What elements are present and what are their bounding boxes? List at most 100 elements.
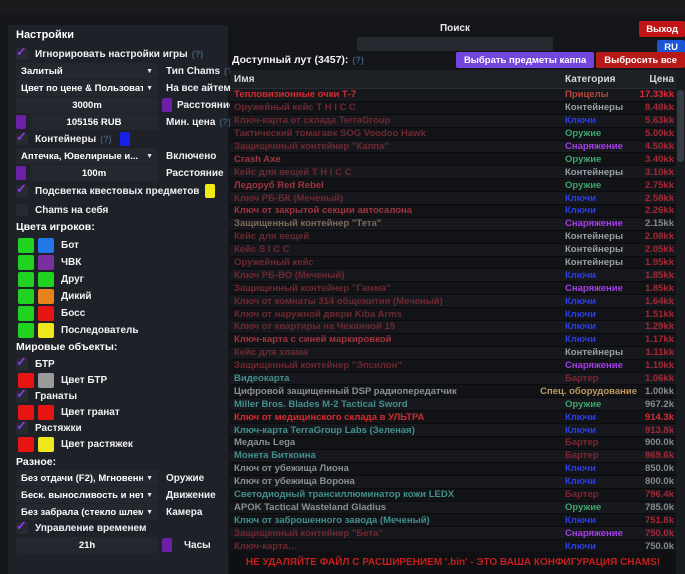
table-row[interactable]: ВидеокартаБартер1.06kk — [230, 373, 676, 386]
item-category: Контейнеры — [565, 167, 637, 178]
scrollbar-thumb[interactable] — [677, 90, 684, 162]
player-color-swatch-1[interactable] — [18, 323, 34, 338]
table-row[interactable]: Ключ от убежища ЛионаКлючи850.0k — [230, 463, 676, 476]
table-row[interactable]: Ключ от наружной двери Kiba ArmsКлючи1.5… — [230, 308, 676, 321]
chevron-down-icon: ▼ — [146, 85, 153, 92]
player-color-swatch-2[interactable] — [38, 323, 54, 338]
player-color-swatch-2[interactable] — [38, 272, 54, 287]
column-header-price[interactable]: Цена — [637, 74, 676, 85]
drop-all-button[interactable]: Выбросить все — [596, 52, 685, 68]
table-row[interactable]: Оружейный кейсКонтейнеры1.95kk — [230, 257, 676, 270]
color-mode-dropdown[interactable]: Цвет по цене & Пользователь ▼ — [16, 80, 158, 96]
grenades-checkbox[interactable]: ✓ — [16, 390, 28, 402]
help-hint[interactable]: (?) — [192, 49, 204, 59]
camera-mode-dropdown[interactable]: Без забрала (стекло шлема) ▼ — [16, 504, 158, 520]
table-row[interactable]: Ключ от медицинского склада в УЛЬТРАКлюч… — [230, 411, 676, 424]
table-row[interactable]: Ключ-карта TerraGroup Labs (Зеленая)Ключ… — [230, 424, 676, 437]
player-color-swatch-1[interactable] — [18, 255, 34, 270]
grenade-color-swatch-2[interactable] — [38, 405, 54, 420]
item-name: Защищенный контейнер "Эпсилон" — [230, 360, 565, 371]
table-row[interactable]: Ключ от заброшенного завода (Меченый)Клю… — [230, 514, 676, 527]
table-row[interactable]: Защищенный контейнер "Эпсилон"Снаряжение… — [230, 360, 676, 373]
table-row[interactable]: Тактический томагавк SOG Voodoo HawkОруж… — [230, 128, 676, 141]
tripwire-color-swatch-2[interactable] — [38, 437, 54, 452]
tripwire-color-swatch-1[interactable] — [18, 437, 34, 452]
table-row[interactable]: APOK Tactical Wasteland GladiusОружие785… — [230, 502, 676, 515]
player-color-swatch-2[interactable] — [38, 255, 54, 270]
table-row[interactable]: Кейс для хламаКонтейнеры1.11kk — [230, 347, 676, 360]
movement-mode-dropdown[interactable]: Беск. выносливость и нет уста ▼ — [16, 487, 158, 503]
table-row[interactable]: Ключ от убежища ВоронаКлючи800.0k — [230, 476, 676, 489]
container-filter-dropdown[interactable]: Аптечка, Ювелирные и... ▼ — [16, 148, 158, 164]
table-row[interactable]: Crash AxeОружие3.40kk — [230, 153, 676, 166]
table-row[interactable]: Защищенный контейнер "Каппа"Снаряжение4.… — [230, 141, 676, 154]
table-row[interactable]: Ключ РБ-БК (Меченый)Ключи2.58kk — [230, 192, 676, 205]
table-row[interactable]: Ключ от комнаты 314 общежития (Меченый)К… — [230, 295, 676, 308]
player-color-swatch-2[interactable] — [38, 306, 54, 321]
ignore-game-settings-checkbox[interactable]: ✓ — [16, 48, 28, 60]
table-row[interactable]: Медаль LegaБартер900.0k — [230, 437, 676, 450]
search-input[interactable] — [357, 37, 553, 51]
table-row[interactable]: Ключ от закрытой секции автосалонаКлючи2… — [230, 205, 676, 218]
container-distance-color-swatch[interactable] — [16, 166, 26, 180]
table-row[interactable]: Ключ-карта от склада TerraGroupКлючи5.63… — [230, 115, 676, 128]
weapon-mode-dropdown[interactable]: Без отдачи (F2), Мгновенное п ▼ — [16, 470, 158, 486]
btr-checkbox[interactable]: ✓ — [16, 358, 28, 370]
table-row[interactable]: Светодиодный трансиллюминатор кожи LEDXБ… — [230, 489, 676, 502]
table-row[interactable]: Ключ-карта с синей маркировкойКлючи1.17k… — [230, 334, 676, 347]
table-row[interactable]: Miller Bros. Blades M-2 Tactical SwordОр… — [230, 398, 676, 411]
table-row[interactable]: Тепловизионные очки Т-7Прицелы17.33kk — [230, 89, 676, 102]
table-row[interactable]: Защищенный контейнер "Гамма"Снаряжение1.… — [230, 282, 676, 295]
table-row[interactable]: Защищенный контейнер "Бета"Снаряжение750… — [230, 527, 676, 540]
table-row[interactable]: Кейс для вещейКонтейнеры2.08kk — [230, 231, 676, 244]
quest-highlight-color-swatch[interactable] — [205, 184, 215, 198]
tripwires-checkbox[interactable]: ✓ — [16, 422, 28, 434]
distance-row: 3000m Расстояние — [16, 97, 220, 113]
table-scrollbar[interactable] — [676, 70, 685, 574]
table-row[interactable]: Защищенный контейнер "Тета"Снаряжение2.1… — [230, 218, 676, 231]
table-row[interactable]: Кейс S I C CКонтейнеры2.05kk — [230, 244, 676, 257]
player-color-swatch-1[interactable] — [18, 272, 34, 287]
containers-checkbox[interactable]: ✓ — [16, 133, 28, 145]
table-row[interactable]: Цифровой защищенный DSP радиопередатчикС… — [230, 385, 676, 398]
containers-color-swatch[interactable] — [120, 132, 130, 146]
self-chams-checkbox[interactable] — [16, 204, 28, 216]
btr-color-swatch-2[interactable] — [38, 373, 54, 388]
table-row[interactable]: Кейс для вещей T H I C CКонтейнеры3.10kk — [230, 166, 676, 179]
player-color-swatch-2[interactable] — [38, 238, 54, 253]
item-name: Светодиодный трансиллюминатор кожи LEDX — [230, 489, 565, 500]
player-color-swatch-1[interactable] — [18, 306, 34, 321]
table-row[interactable]: Ключ РБ-ВО (Меченый)Ключи1.85kk — [230, 269, 676, 282]
table-row[interactable]: Монета БиткоинаБартер869.6k — [230, 450, 676, 463]
item-name: Медаль Lega — [230, 437, 565, 448]
table-row[interactable]: Оружейный кейс T H I C CКонтейнеры8.48kk — [230, 102, 676, 115]
player-color-swatch-1[interactable] — [18, 238, 34, 253]
btr-row: ✓ БТР — [16, 357, 220, 371]
column-header-category[interactable]: Категория — [565, 74, 637, 85]
chams-type-dropdown[interactable]: Залитый ▼ — [16, 63, 158, 79]
time-control-checkbox[interactable]: ✓ — [16, 522, 28, 534]
min-price-color-swatch[interactable] — [16, 115, 26, 129]
exit-button[interactable]: Выход — [639, 21, 685, 37]
hours-color-swatch[interactable] — [162, 538, 172, 552]
table-row[interactable]: Ключ-карта…Ключи750.0k — [230, 540, 676, 551]
help-hint[interactable]: (?) — [100, 134, 112, 144]
player-color-swatch-1[interactable] — [18, 289, 34, 304]
container-distance-input[interactable]: 100m — [30, 165, 158, 181]
color-mode-value: Цвет по цене & Пользователь — [21, 83, 143, 94]
min-price-input[interactable]: 105156 RUB — [30, 114, 158, 130]
weapon-mode-label: Оружие — [166, 473, 204, 484]
table-row[interactable]: Ключ от квартиры на Чеканной 15Ключи1.29… — [230, 321, 676, 334]
quest-highlight-checkbox[interactable]: ✓ — [16, 185, 28, 197]
hours-row: 21h Часы — [16, 537, 220, 553]
distance-input[interactable]: 3000m — [16, 97, 158, 113]
column-header-name[interactable]: Имя — [230, 74, 565, 85]
hours-input[interactable]: 21h — [16, 537, 158, 553]
distance-color-swatch[interactable] — [162, 98, 172, 112]
container-filter-value: Аптечка, Ювелирные и... — [21, 151, 138, 162]
table-row[interactable]: Ледоруб Red RebelОружие2.75kk — [230, 179, 676, 192]
select-kappa-items-button[interactable]: Выбрать предметы каппа — [456, 52, 594, 68]
item-price: 2.08kk — [637, 231, 676, 242]
help-hint[interactable]: (?) — [352, 55, 364, 65]
player-color-swatch-2[interactable] — [38, 289, 54, 304]
